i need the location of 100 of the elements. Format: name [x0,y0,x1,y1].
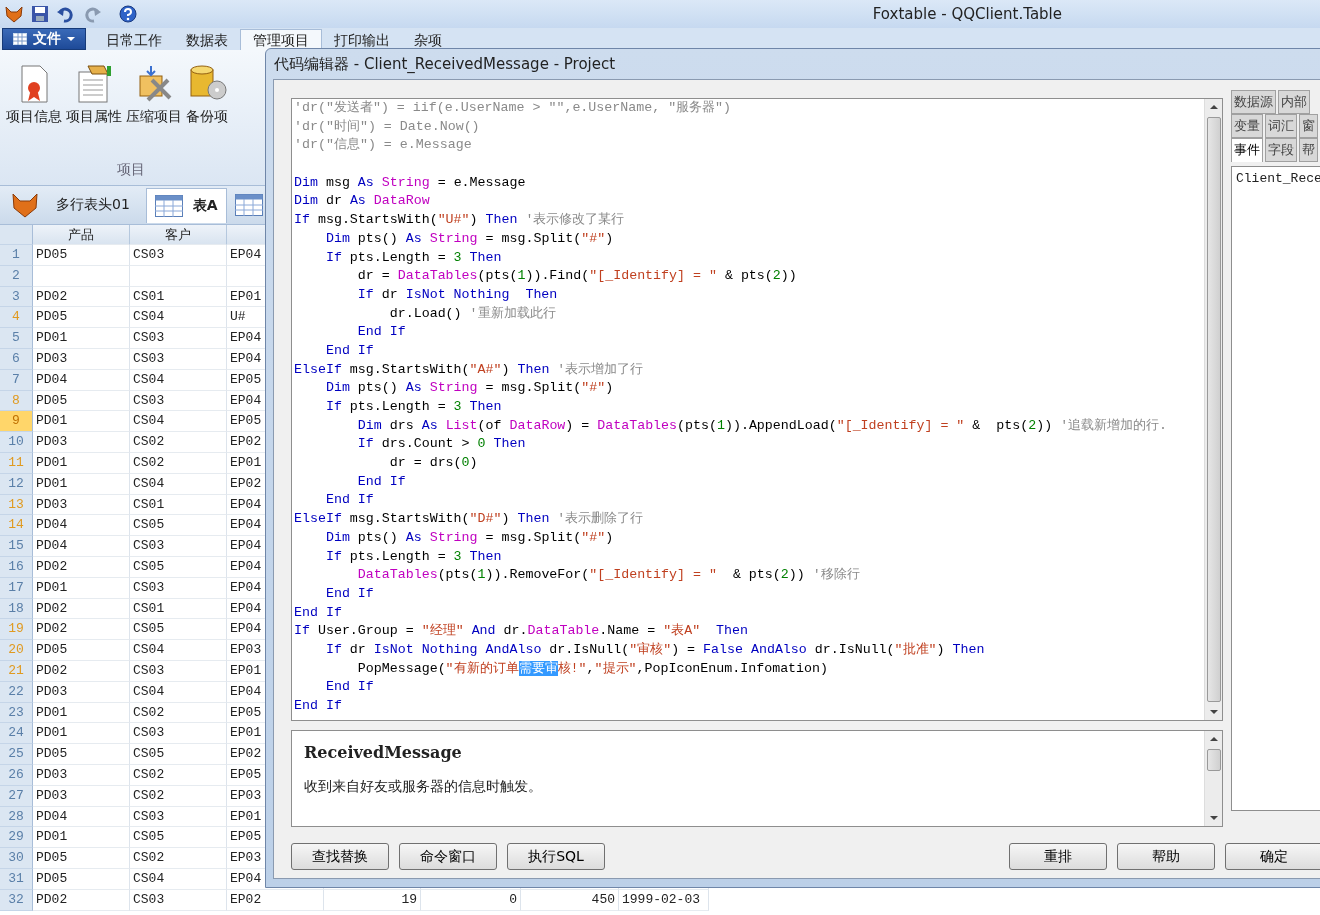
row-number[interactable]: 19 [0,619,33,641]
code-line: If dr IsNot Nothing Then [356,285,559,304]
table-cell: CS02 [130,432,227,453]
row-number[interactable]: 13 [0,494,33,516]
row-number[interactable]: 29 [0,827,33,849]
code-line: End If [356,323,407,342]
side-tab[interactable]: 内部 [1278,90,1310,114]
row-number[interactable]: 22 [0,681,33,703]
side-tab[interactable]: 字段 [1265,138,1297,162]
dialog-button[interactable]: 查找替换 [291,843,389,870]
table-cell: PD02 [33,286,130,308]
side-tab[interactable]: 数据源 [1231,90,1276,114]
row-number[interactable]: 2 [0,265,33,287]
table-icon [154,194,183,217]
table-icon [13,33,27,45]
table-cell: PD05 [33,848,130,869]
row-number[interactable]: 11 [0,452,33,474]
ribbon-tab[interactable]: 杂项 [402,30,454,50]
table-cell: CS04 [130,307,227,329]
code-line: Dim pts() As String = msg.Split("#") [324,379,615,398]
table-cell: PD03 [33,494,130,516]
row-number[interactable]: 30 [0,848,33,869]
row-number[interactable]: 15 [0,536,33,557]
file-menu-button[interactable]: 文件 [2,28,86,50]
ribbon-tab[interactable]: 日常工作 [94,30,174,50]
ribbon-button[interactable]: 项目属性 [66,64,122,126]
table-cell: CS03 [130,577,227,599]
code-line: End If [324,678,375,697]
row-number[interactable]: 24 [0,723,33,745]
row-number[interactable]: 31 [0,868,33,890]
table-cell: PD05 [33,307,130,329]
side-tab[interactable]: 事件 [1231,138,1263,162]
table-cell: CS02 [130,764,227,786]
row-number[interactable]: 12 [0,473,33,495]
table-tab[interactable]: 多行表头01 [48,188,138,222]
ribbon-button-label: 项目信息 [6,108,62,126]
table-cell: PD02 [33,889,130,911]
table-tab-label: 表A [192,196,218,215]
table-cell: PD04 [33,536,130,557]
table-cell: PD01 [33,723,130,745]
table-cell: PD01 [33,411,130,433]
ribbon-button[interactable]: 压缩项目 [126,64,182,126]
ribbon-button[interactable]: 备份项 [186,64,228,126]
ribbon-tab[interactable]: 打印输出 [322,30,402,50]
fox-logo-icon [4,4,24,24]
corner-cell[interactable] [0,225,33,245]
row-number[interactable]: 10 [0,432,33,453]
row-number[interactable]: 4 [0,307,33,329]
row-number[interactable]: 1 [0,245,33,266]
table-cell: CS02 [130,702,227,724]
row-number[interactable]: 8 [0,390,33,412]
dialog-button[interactable]: 执行SQL [507,843,605,870]
table-cell: CS03 [130,723,227,745]
ribbon-button-label: 备份项 [186,108,228,126]
scrollbar[interactable] [1204,99,1222,720]
ribbon-button[interactable]: 项目信息 [6,64,62,126]
row-number[interactable]: 27 [0,785,33,807]
row-number[interactable]: 3 [0,286,33,308]
dialog-button[interactable]: 命令窗口 [399,843,497,870]
side-tab[interactable]: 词汇 [1265,114,1297,138]
row-number[interactable]: 32 [0,889,33,911]
row-number[interactable]: 26 [0,764,33,786]
row-number[interactable]: 18 [0,598,33,620]
code-line: End If [324,491,375,510]
ribbon-tab[interactable]: 管理项目 [240,29,322,50]
dialog-button[interactable]: 帮助 [1117,843,1215,870]
table-cell: PD05 [33,390,130,412]
code-line: DataTables(pts(1)).RemoveFor("[_Identify] = " & pts(2)) '移除行 [356,566,861,585]
side-tab[interactable]: 窗 [1299,114,1318,138]
row-number[interactable]: 20 [0,640,33,661]
dialog-button[interactable]: 重排 [1009,843,1107,870]
table-cell: CS05 [130,515,227,537]
code-editor[interactable] [291,98,1223,721]
row-number[interactable]: 23 [0,702,33,724]
row-number[interactable]: 9 [0,411,33,433]
column-header[interactable]: 客户 [165,227,191,242]
row-number[interactable]: 25 [0,744,33,765]
save-icon[interactable] [30,4,50,24]
row-number[interactable]: 14 [0,515,33,537]
table-cell: PD05 [33,744,130,765]
row-number[interactable]: 6 [0,349,33,370]
ribbon-tab[interactable]: 数据表 [174,30,240,50]
file-menu-label: 文件 [33,30,61,48]
row-number[interactable]: 21 [0,660,33,682]
table-cell: CS05 [130,619,227,641]
row-number[interactable]: 5 [0,328,33,349]
scrollbar[interactable] [1204,731,1222,826]
row-number[interactable]: 7 [0,369,33,391]
side-tab[interactable]: 变量 [1231,114,1263,138]
table-cell: CS03 [130,390,227,412]
column-header[interactable]: 产品 [68,227,94,242]
row-number[interactable]: 17 [0,577,33,599]
dialog-button[interactable]: 确定 [1225,843,1320,870]
help-icon[interactable] [118,4,138,24]
table-tab[interactable]: 表A [145,187,227,223]
side-tab[interactable]: 帮 [1299,138,1318,162]
table-cell: 0 [421,889,521,911]
row-number[interactable]: 16 [0,556,33,578]
table-icon[interactable] [234,194,263,216]
row-number[interactable]: 28 [0,806,33,828]
